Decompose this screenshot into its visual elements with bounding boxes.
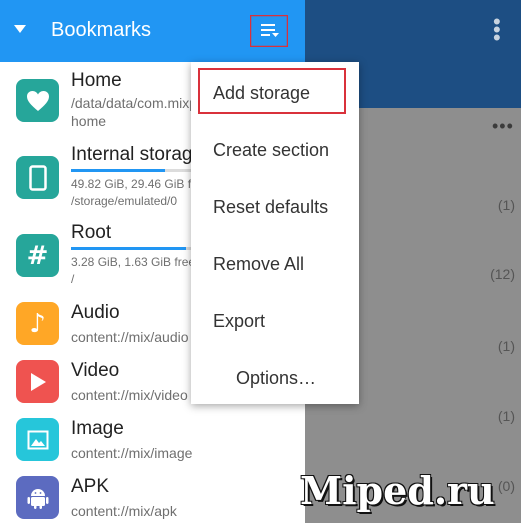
folder-count: (0) xyxy=(497,478,515,494)
caret-down-icon[interactable] xyxy=(14,25,26,33)
menu-item-label: Reset defaults xyxy=(213,197,329,217)
menu-item-label: Remove All xyxy=(213,254,305,274)
bookmark-image[interactable]: Image content://mix/image xyxy=(0,414,305,471)
hash-icon: # xyxy=(16,234,59,277)
android-icon xyxy=(16,476,59,519)
watermark: Miped.ru xyxy=(300,468,495,513)
image-icon xyxy=(16,418,59,461)
menu-add-storage[interactable]: Add storage xyxy=(191,66,359,116)
drawer-title: Bookmarks xyxy=(51,19,152,41)
bookmark-path: content://mix/apk xyxy=(71,503,177,519)
folder-count: (1) xyxy=(497,408,515,424)
drawer-header: Bookmarks xyxy=(0,0,305,62)
overflow-menu-icon[interactable]: • • • xyxy=(493,11,501,49)
menu-export[interactable]: Export xyxy=(191,294,359,344)
bookmark-title: APK xyxy=(71,476,110,497)
menu-item-label: Options… xyxy=(236,368,317,388)
menu-options[interactable]: Options… xyxy=(191,351,359,401)
heart-icon xyxy=(16,79,59,122)
bookmark-path: content://mix/image xyxy=(71,445,193,461)
menu-item-label: Create section xyxy=(213,140,330,160)
folder-count: (1) xyxy=(497,197,515,213)
sort-menu-icon xyxy=(250,15,288,47)
bookmarks-menu-popup: Add storage Create section Reset default… xyxy=(191,62,359,404)
menu-remove-all[interactable]: Remove All xyxy=(191,237,359,287)
bookmark-apk[interactable]: APK content://mix/apk xyxy=(0,472,305,529)
folder-count: (12) xyxy=(490,266,515,282)
menu-create-section[interactable]: Create section xyxy=(191,123,359,173)
sort-menu-button[interactable] xyxy=(250,15,288,47)
menu-item-label: Add storage xyxy=(213,83,311,103)
menu-reset-defaults[interactable]: Reset defaults xyxy=(191,180,359,230)
music-note-icon: ♪ xyxy=(16,302,59,345)
phone-icon xyxy=(16,156,59,199)
menu-item-label: Export xyxy=(213,311,266,331)
more-dots-icon: ••• xyxy=(492,116,514,136)
bookmark-title: Image xyxy=(71,418,124,439)
play-icon xyxy=(16,360,59,403)
folder-count: (1) xyxy=(497,338,515,354)
